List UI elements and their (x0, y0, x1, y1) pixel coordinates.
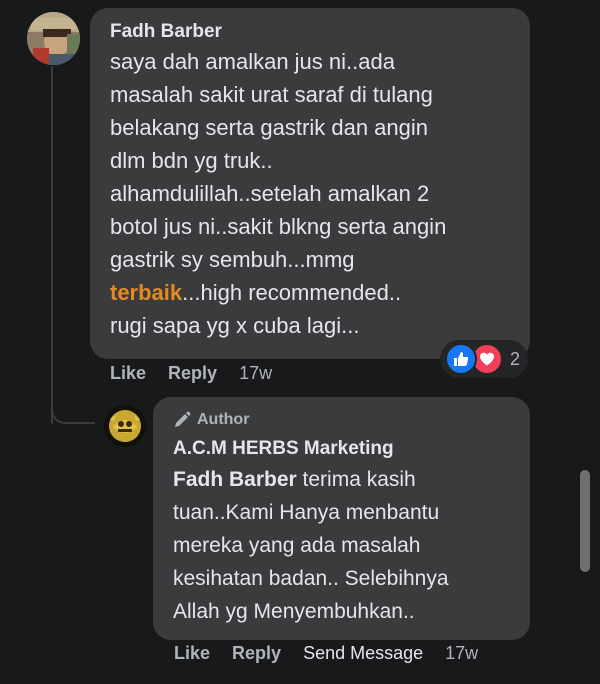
author-badge-label: Author (197, 411, 250, 428)
reaction-count: 2 (510, 348, 521, 369)
like-icon (445, 343, 477, 375)
commenter-avatar[interactable] (27, 12, 80, 65)
reply-like-button[interactable]: Like (174, 643, 210, 664)
comment-text: saya dah amalkan jus ni..ada masalah sak… (110, 45, 510, 342)
reply-connector-line (51, 378, 95, 424)
reply-text-body: terima kasih tuan..Kami Hanya menbantu m… (173, 468, 449, 623)
reply-button[interactable]: Reply (168, 363, 217, 384)
comment-author-name[interactable]: Fadh Barber (110, 19, 510, 45)
thread-line (51, 66, 53, 424)
comment-actions: Like Reply 17w (110, 360, 294, 386)
comment-bubble: Fadh Barber saya dah amalkan jus ni..ada… (90, 8, 530, 359)
comment-timestamp[interactable]: 17w (239, 363, 272, 384)
reply-author-name[interactable]: A.C.M HERBS Marketing (173, 435, 510, 463)
pencil-icon (175, 411, 191, 427)
comment-text-before: saya dah amalkan jus ni..ada masalah sak… (110, 49, 447, 272)
reply-text: Fadh Barber terima kasih tuan..Kami Hany… (173, 463, 510, 628)
like-button[interactable]: Like (110, 363, 146, 384)
reply-reply-button[interactable]: Reply (232, 643, 281, 664)
reply-mention[interactable]: Fadh Barber (173, 468, 297, 491)
reply-bubble: Author A.C.M HERBS Marketing Fadh Barber… (153, 397, 530, 640)
page-avatar[interactable] (104, 405, 146, 447)
scrollbar[interactable] (580, 470, 590, 572)
comment-highlight-text: terbaik (110, 280, 183, 305)
send-message-button[interactable]: Send Message (303, 643, 423, 664)
author-badge: Author (173, 409, 510, 431)
reactions-summary[interactable]: 2 (440, 340, 528, 378)
reply-actions: Like Reply Send Message 17w (174, 640, 500, 666)
reply-timestamp[interactable]: 17w (445, 643, 478, 664)
